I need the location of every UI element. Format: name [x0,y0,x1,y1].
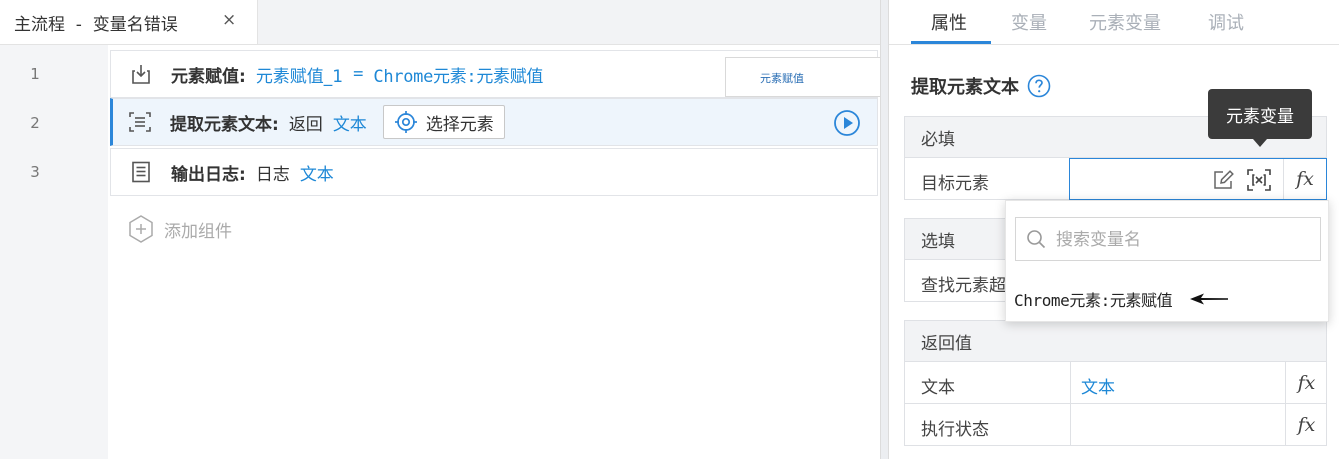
prop-value-cell[interactable]: 文本 [1070,362,1285,403]
assign-target[interactable]: 元素赋值_1 [256,62,343,87]
variable-search-input[interactable] [1054,226,1313,254]
tab-bar: 主流程 - 变量名错误 × [0,0,880,45]
step-param-label: 日志 [255,164,290,185]
prop-row-exec-status: 执行状态 fx [904,404,1327,446]
arrow-left-icon [1190,293,1229,305]
prop-label: 目标元素 [921,174,989,194]
select-element-button[interactable]: 选择元素 [382,105,505,139]
tooltip-arrow [1253,139,1267,147]
document-lines-icon [129,160,153,184]
properties-panel: 属性 变量 元素变量 调试 提取元素文本 必填 目标元素 选填 查找元素超 返回… [889,0,1339,459]
tab-element-variables[interactable]: 元素变量 [1089,9,1161,35]
help-icon[interactable] [1027,74,1051,98]
line-number: 1 [30,65,40,83]
target-icon [394,111,417,133]
step-param-label: 返回 [288,114,323,135]
close-icon[interactable]: × [222,10,236,30]
edit-icon[interactable] [1212,168,1236,192]
variable-option-label: Chrome元素:元素赋值 [1014,291,1173,310]
step-name: 元素赋值: [171,66,246,87]
target-element-input[interactable]: fx [1069,158,1327,200]
flow-step-log[interactable]: 输出日志: 日志 文本 [110,148,878,196]
step-name: 输出日志: [171,164,246,185]
return-variable[interactable]: 文本 [333,110,367,135]
line-number: 2 [30,114,40,132]
line-gutter: 1 2 3 [0,45,108,459]
fx-icon[interactable]: fx [1285,362,1327,403]
download-box-icon [129,62,153,86]
assign-source[interactable]: Chrome元素:元素赋值 [373,62,543,87]
prop-label: 查找元素超 [921,276,1006,296]
tab-debug[interactable]: 调试 [1208,9,1244,35]
scan-frame-icon [128,110,152,134]
prop-value-cell[interactable] [1070,404,1285,445]
prop-value: 文本 [1081,378,1115,398]
section-returns: 返回值 [904,320,1327,362]
variable-option[interactable]: Chrome元素:元素赋值 [1014,287,1230,311]
tab-main-flow[interactable]: 主流程 - 变量名错误 × [0,0,258,44]
tooltip: 元素变量 [1208,89,1312,139]
panel-tabs: 属性 变量 元素变量 调试 [889,0,1339,45]
step-name: 提取元素文本: [170,114,279,135]
properties-title: 提取元素文本 [911,73,1051,99]
flow-step-extract-text[interactable]: 提取元素文本: 返回 文本 选择元素 [110,98,878,146]
fx-icon[interactable]: fx [1283,159,1326,199]
add-component-button[interactable]: 添加组件 [126,214,232,244]
prop-row-text: 文本 文本 fx [904,362,1327,404]
run-step-icon[interactable] [833,109,861,142]
prop-label: 执行状态 [921,420,989,440]
search-icon [1027,230,1046,249]
active-tab-indicator [911,41,991,44]
component-name: 提取元素文本 [911,77,1019,98]
variable-dropdown: Chrome元素:元素赋值 [1005,200,1329,322]
element-preview-text: 元素赋值 [760,72,804,85]
tab-properties[interactable]: 属性 [931,9,967,35]
variable-search-box[interactable] [1015,217,1321,261]
element-variable-icon[interactable] [1246,168,1272,192]
prop-label: 文本 [921,378,955,398]
panel-splitter[interactable] [880,0,889,459]
add-component-label: 添加组件 [164,221,232,242]
fx-icon[interactable]: fx [1285,404,1327,445]
assign-operator: = [353,64,364,84]
select-element-label: 选择元素 [425,114,494,135]
log-variable[interactable]: 文本 [300,160,334,185]
flow-step-assign[interactable]: 元素赋值: 元素赋值_1 = Chrome元素:元素赋值 元素赋值 [110,50,973,98]
tab-title: 主流程 - 变量名错误 [14,14,178,35]
add-hexagon-icon [129,215,153,243]
line-number: 3 [30,163,40,181]
tab-variables[interactable]: 变量 [1011,9,1047,35]
